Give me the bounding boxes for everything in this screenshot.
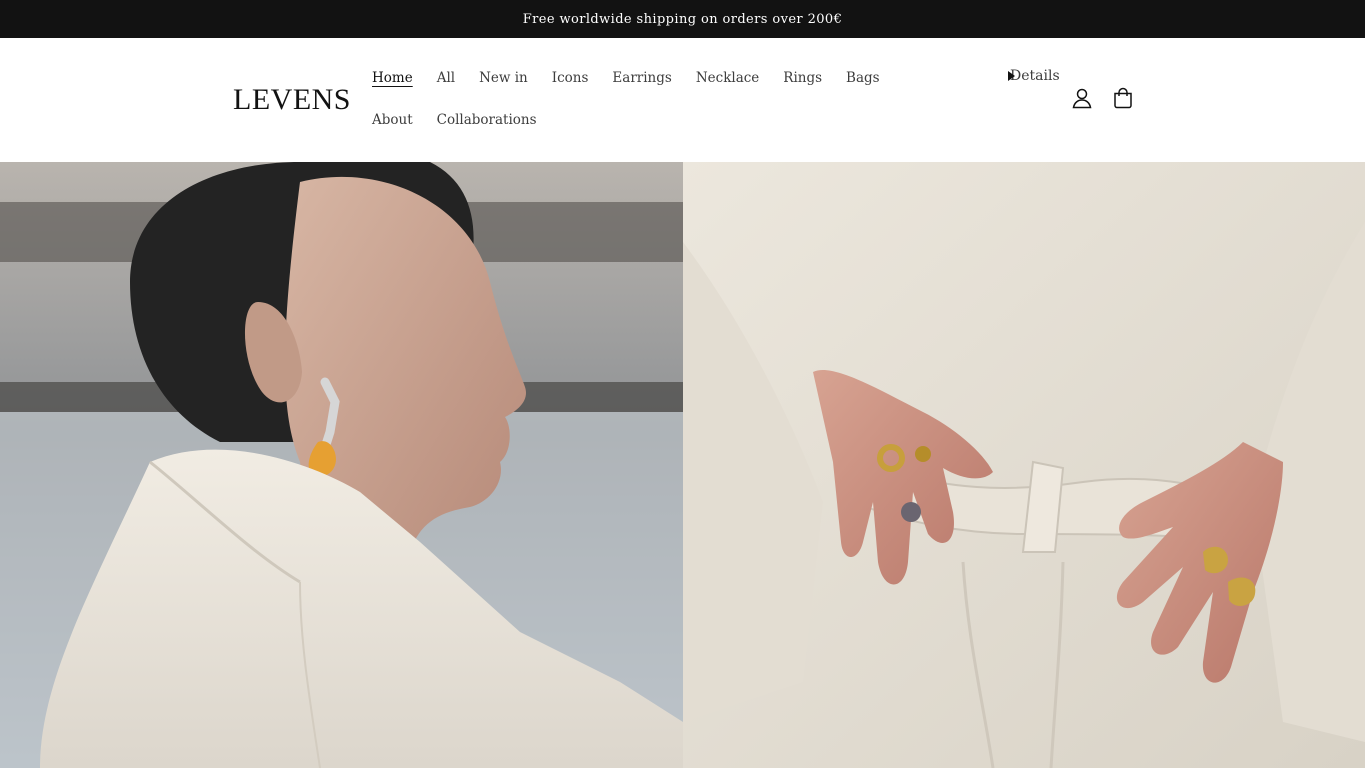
nav-item-bags[interactable]: Bags	[834, 62, 892, 104]
nav-item-icons[interactable]: Icons	[540, 62, 601, 104]
announcement-bar: Free worldwide shipping on orders over 2…	[0, 0, 1365, 38]
site-header: LEVENS Home All New in Icons Earrings Ne…	[0, 38, 1365, 162]
hero-banner	[0, 162, 1365, 768]
nav-item-earrings[interactable]: Earrings	[600, 62, 683, 104]
hands-rings-linen-coat-photo	[683, 162, 1365, 768]
details-toggle[interactable]: Details	[1008, 68, 1060, 84]
nav-item-new-in[interactable]: New in	[467, 62, 540, 104]
nav-item-about[interactable]: About	[360, 104, 425, 146]
disclosure-triangle-icon	[1008, 71, 1015, 81]
details-label: Details	[1010, 68, 1060, 84]
nav-item-collaborations[interactable]: Collaborations	[425, 104, 549, 146]
site-logo[interactable]: LEVENS	[233, 82, 351, 118]
nav-item-all[interactable]: All	[425, 62, 467, 104]
nav-item-necklace[interactable]: Necklace	[684, 62, 771, 104]
announcement-text: Free worldwide shipping on orders over 2…	[522, 11, 843, 27]
woman-profile-earring-photo	[0, 162, 683, 768]
cart-icon[interactable]	[1111, 86, 1135, 110]
nav-item-home[interactable]: Home	[360, 62, 425, 104]
main-nav: Home All New in Icons Earrings Necklace …	[360, 62, 920, 146]
account-icon[interactable]	[1070, 86, 1094, 110]
nav-item-rings[interactable]: Rings	[771, 62, 834, 104]
